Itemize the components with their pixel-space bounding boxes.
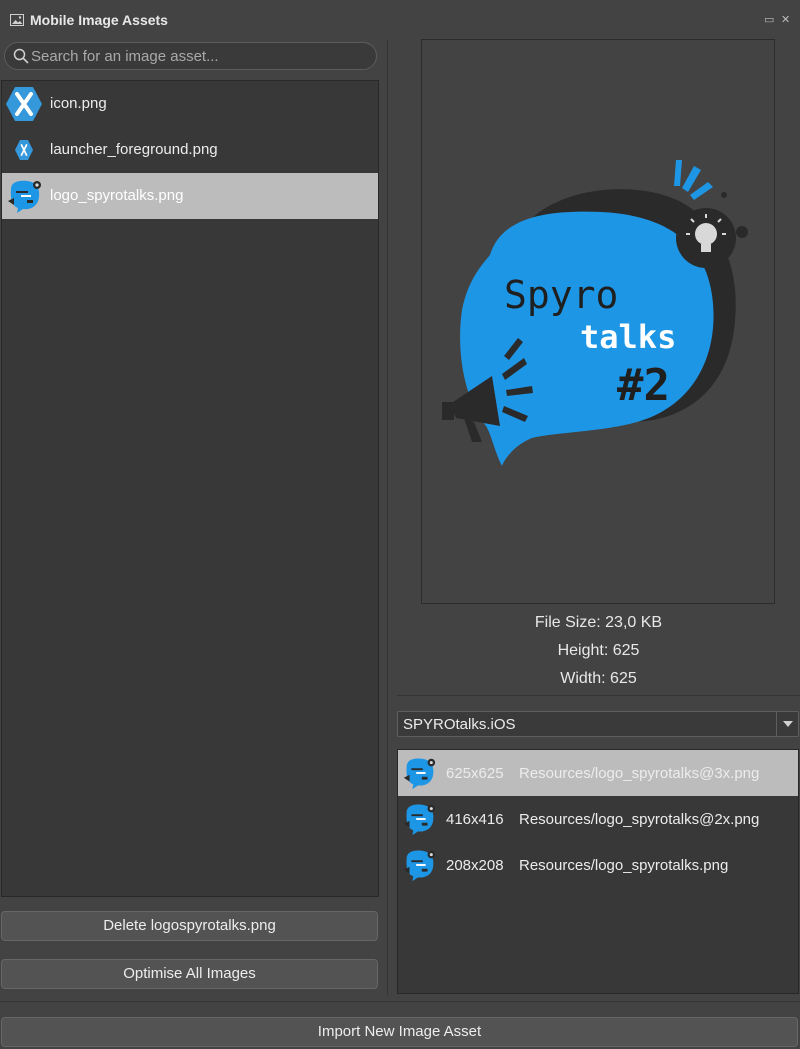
search-icon [13, 48, 29, 64]
asset-name: launcher_foreground.png [50, 141, 218, 158]
asset-name: icon.png [50, 95, 107, 112]
optimise-all-images-button[interactable]: Optimise All Images [1, 959, 378, 989]
resolution-path: Resources/logo_spyrotalks@3x.png [519, 765, 760, 782]
window-title: Mobile Image Assets [30, 12, 168, 28]
info-divider [397, 695, 800, 696]
resolution-list[interactable]: 625x625 Resources/logo_spyrotalks@3x.png… [397, 749, 799, 994]
delete-asset-button[interactable]: Delete logospyrotalks.png [1, 911, 378, 941]
resolution-item-3x[interactable]: 625x625 Resources/logo_spyrotalks@3x.png [398, 750, 798, 796]
asset-list[interactable]: icon.png launcher_foreground.png logo_sp… [1, 80, 379, 897]
import-new-image-asset-button[interactable]: Import New Image Asset [1, 1017, 798, 1047]
width-label: Width: 625 [560, 670, 637, 687]
search-input[interactable] [31, 46, 371, 66]
project-dropdown-value: SPYROtalks.iOS [403, 716, 516, 733]
file-size-label: File Size: 23,0 KB [534, 614, 663, 631]
spyrotalks-logo-thumbnail [8, 180, 41, 213]
project-dropdown[interactable]: SPYROtalks.iOS [397, 711, 799, 737]
panel-divider[interactable] [387, 40, 388, 995]
image-preview: Spyro talks #2 [421, 39, 775, 604]
spyrotalks-logo-thumbnail [403, 804, 436, 836]
asset-item-launcher-foreground[interactable]: launcher_foreground.png [2, 127, 378, 173]
image-icon [10, 14, 24, 26]
resolution-path: Resources/logo_spyrotalks.png [519, 857, 729, 874]
asset-item-icon[interactable]: icon.png [2, 81, 378, 127]
spyrotalks-logo-thumbnail [403, 850, 436, 882]
logo-text-talks: talks [580, 318, 676, 356]
search-box[interactable] [4, 42, 377, 70]
resolution-item-2x[interactable]: 416x416 Resources/logo_spyrotalks@2x.png [398, 796, 798, 842]
footer-divider [0, 1001, 800, 1002]
logo-text-number: #2 [617, 360, 670, 411]
logo-text-spyro: Spyro [504, 273, 618, 317]
restore-icon[interactable]: ▭ [764, 14, 774, 26]
dropdown-button[interactable] [776, 712, 798, 736]
close-icon[interactable]: ✕ [781, 14, 790, 26]
resolution-size: 416x416 [446, 811, 504, 828]
spyrotalks-logo-thumbnail [403, 758, 436, 790]
asset-name: logo_spyrotalks.png [50, 187, 184, 204]
title-bar: Mobile Image Assets ▭ ✕ [0, 0, 800, 40]
xamarin-icon [15, 140, 33, 160]
height-label: Height: 625 [557, 642, 640, 659]
spyrotalks-logo: Spyro talks #2 [442, 160, 748, 466]
asset-item-logo-spyrotalks[interactable]: logo_spyrotalks.png [2, 173, 378, 219]
xamarin-icon [6, 87, 42, 121]
chevron-down-icon [783, 721, 793, 727]
mobile-image-assets-window: Mobile Image Assets ▭ ✕ icon.png launche… [0, 0, 800, 1049]
resolution-path: Resources/logo_spyrotalks@2x.png [519, 811, 760, 828]
resolution-size: 625x625 [446, 765, 504, 782]
resolution-item-1x[interactable]: 208x208 Resources/logo_spyrotalks.png [398, 842, 798, 888]
resolution-size: 208x208 [446, 857, 504, 874]
